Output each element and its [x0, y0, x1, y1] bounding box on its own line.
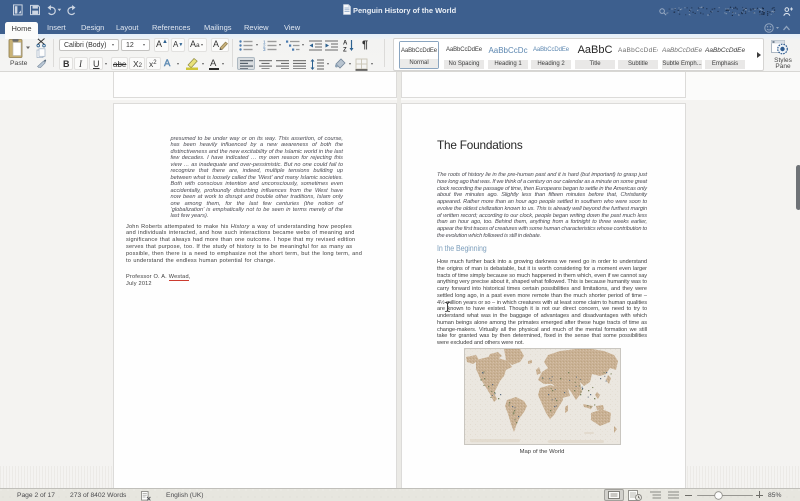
svg-text:3: 3: [263, 47, 266, 51]
svg-text:A: A: [343, 41, 348, 47]
svg-text:Z: Z: [343, 48, 347, 53]
